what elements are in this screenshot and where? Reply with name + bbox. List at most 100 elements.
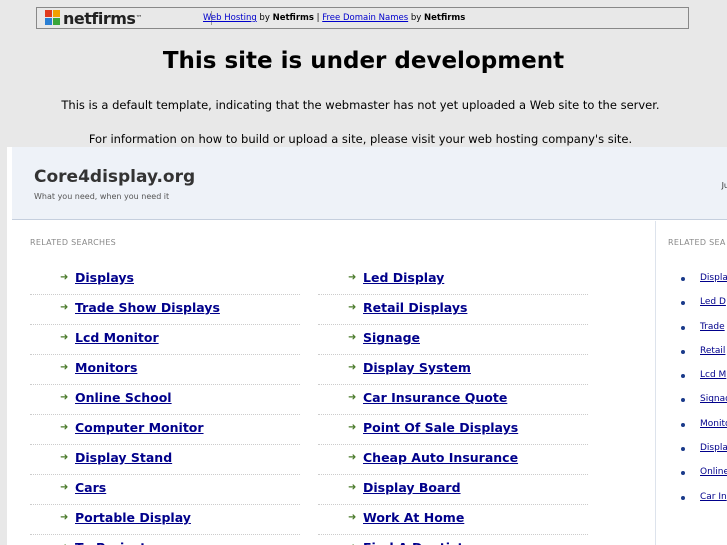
related-searches-sidebar: Displa Led D Trade Retail Lcd M Signag Monito D… [677, 273, 727, 516]
info-line-template: This is a default template, indicating t… [61, 98, 660, 112]
sidebar-search-item: Signag [677, 394, 727, 418]
search-link[interactable]: Led Display [363, 270, 444, 285]
sidebar-search-link[interactable]: Displa [700, 273, 727, 283]
search-link[interactable]: Online School [75, 390, 172, 405]
search-row: ➜ Monitors [30, 355, 300, 385]
bullet-icon [681, 301, 685, 306]
arrow-right-icon: ➜ [348, 422, 357, 433]
arrow-right-icon: ➜ [60, 302, 69, 313]
search-row: ➜ Work At Home [318, 505, 588, 535]
bullet-icon [681, 447, 685, 452]
search-row: ➜ Trade Show Displays [30, 295, 300, 325]
search-row: ➜ Displays [30, 265, 300, 295]
bullet-icon [681, 471, 685, 476]
netfirms-brand: Netfirms [424, 13, 466, 23]
search-link[interactable]: Displays [75, 270, 134, 285]
arrow-right-icon: ➜ [348, 512, 357, 523]
sidebar-search-item: Led D [677, 297, 727, 321]
netfirms-logo-icon [45, 10, 61, 26]
search-row: ➜ Display Stand [30, 445, 300, 475]
netfirms-brand: Netfirms [272, 13, 314, 23]
arrow-right-icon: ➜ [60, 362, 69, 373]
arrow-right-icon: ➜ [348, 362, 357, 373]
arrow-right-icon: ➜ [348, 452, 357, 463]
search-link[interactable]: Cars [75, 480, 106, 495]
page-title: This site is under development [162, 48, 565, 74]
search-link[interactable]: Display Stand [75, 450, 172, 465]
arrow-right-icon: ➜ [348, 302, 357, 313]
arrow-right-icon: ➜ [60, 482, 69, 493]
sidebar-search-link[interactable]: Trade [700, 322, 725, 332]
search-link[interactable]: Display Board [363, 480, 461, 495]
search-row: ➜ Portable Display [30, 505, 300, 535]
site-date: Ju [721, 181, 727, 190]
sidebar-search-item: Displa [677, 273, 727, 297]
sidebar-search-link[interactable]: Car In [700, 492, 727, 502]
by-text: by [408, 13, 424, 23]
search-row: ➜Find A Dentist [318, 535, 588, 545]
sidebar-search-item: Car In [677, 492, 727, 516]
related-searches-col-1: ➜ Displays ➜ Trade Show Displays ➜ Lcd Monito… [30, 265, 300, 545]
sidebar-search-link[interactable]: Signag [700, 394, 727, 404]
arrow-right-icon: ➜ [60, 332, 69, 343]
search-link[interactable]: Portable Display [75, 510, 191, 525]
sidebar-search-link[interactable]: Online [700, 467, 727, 477]
column-divider [655, 221, 656, 545]
search-link[interactable]: Display System [363, 360, 471, 375]
sidebar-search-link[interactable]: Monito [700, 419, 727, 429]
free-domain-names-link[interactable]: Free Domain Names [322, 13, 408, 23]
arrow-right-icon: ➜ [60, 272, 69, 283]
arrow-right-icon: ➜ [348, 332, 357, 343]
arrow-right-icon: ➜ [60, 422, 69, 433]
search-link[interactable]: Tv Projector [75, 540, 161, 545]
search-row: ➜ Cheap Auto Insurance [318, 445, 588, 475]
sidebar-search-item: Trade [677, 322, 727, 346]
search-link[interactable]: Work At Home [363, 510, 464, 525]
site-title[interactable]: Core4display.org [34, 167, 195, 187]
search-row: ➜ Cars [30, 475, 300, 505]
sidebar-search-item: Retail [677, 346, 727, 370]
sidebar-search-item: Lcd M [677, 370, 727, 394]
sidebar-search-item: Monito [677, 419, 727, 443]
netfirms-logo-text: netfirms [63, 8, 136, 28]
bullet-icon [681, 325, 685, 330]
search-link[interactable]: Signage [363, 330, 420, 345]
bullet-icon [681, 398, 685, 403]
netfirms-logo[interactable]: netfirms ™ [45, 8, 143, 28]
site-header: Core4display.org What you need, when you… [12, 147, 727, 220]
sidebar-search-link[interactable]: Retail [700, 346, 725, 356]
sidebar-search-link[interactable]: Led D [700, 297, 726, 307]
search-link[interactable]: Computer Monitor [75, 420, 204, 435]
separator: | [313, 13, 323, 23]
trademark-mark: ™ [135, 14, 143, 22]
web-hosting-link[interactable]: Web Hosting [203, 13, 257, 23]
search-row: ➜ Lcd Monitor [30, 325, 300, 355]
bullet-icon [681, 422, 685, 427]
search-link[interactable]: Cheap Auto Insurance [363, 450, 518, 465]
related-searches-label-right: RELATED SEA [668, 238, 726, 247]
search-row: ➜Tv Projector [30, 535, 300, 545]
search-row: ➜ Signage [318, 325, 588, 355]
bullet-icon [681, 349, 685, 354]
bullet-icon [681, 277, 685, 281]
search-link[interactable]: Trade Show Displays [75, 300, 220, 315]
search-link[interactable]: Point Of Sale Displays [363, 420, 518, 435]
sidebar-search-item: Online [677, 467, 727, 491]
search-link[interactable]: Find A Dentist [363, 540, 463, 545]
search-row: ➜ Car Insurance Quote [318, 385, 588, 415]
bullet-icon [681, 374, 685, 379]
arrow-right-icon: ➜ [60, 512, 69, 523]
arrow-right-icon: ➜ [60, 392, 69, 403]
sidebar-search-link[interactable]: Displa [700, 443, 727, 453]
arrow-right-icon: ➜ [348, 272, 357, 283]
search-row: ➜ Display Board [318, 475, 588, 505]
site-tagline: What you need, when you need it [34, 192, 170, 201]
search-row: ➜ Led Display [318, 265, 588, 295]
related-searches-col-2: ➜ Led Display ➜ Retail Displays ➜ Signage ➜ Dis… [318, 265, 588, 545]
search-link[interactable]: Monitors [75, 360, 137, 375]
search-link[interactable]: Car Insurance Quote [363, 390, 507, 405]
search-link[interactable]: Lcd Monitor [75, 330, 159, 345]
search-link[interactable]: Retail Displays [363, 300, 467, 315]
sidebar-search-link[interactable]: Lcd M [700, 370, 726, 380]
bullet-icon [681, 495, 685, 500]
